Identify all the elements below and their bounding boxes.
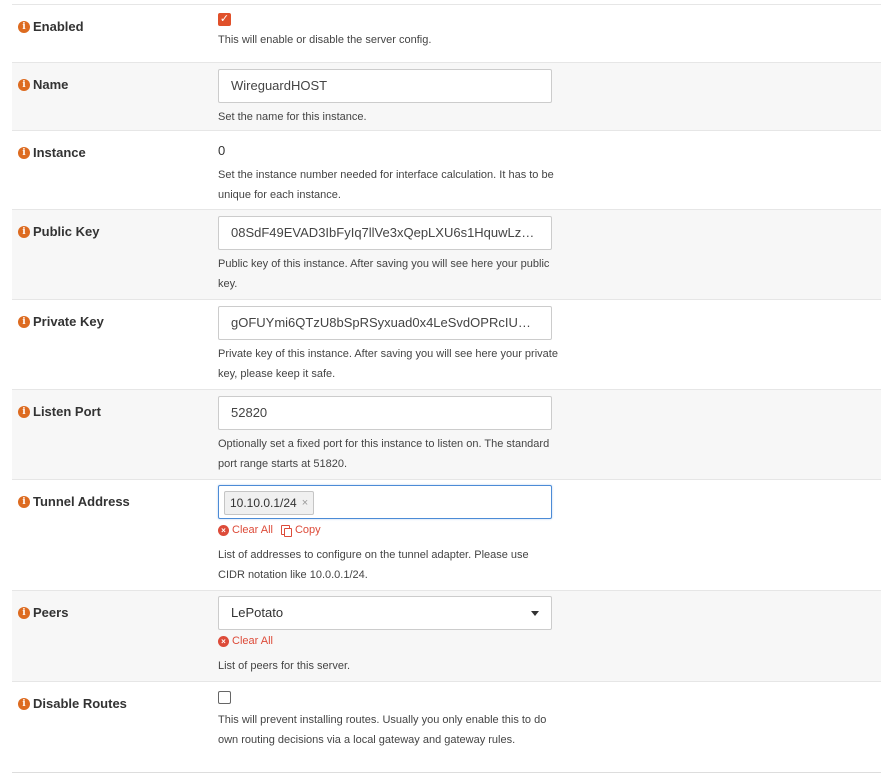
help-text: Private key of this instance. After savi… xyxy=(218,348,558,380)
label-disable-routes: i Disable Routes xyxy=(18,696,127,711)
tunnel-address-tokenizer[interactable]: 10.10.0.1/24 × xyxy=(218,485,552,519)
row-tunnel-address: i Tunnel Address 10.10.0.1/24 × × Clear … xyxy=(12,480,881,591)
info-icon[interactable]: i xyxy=(18,495,30,508)
info-icon[interactable]: i xyxy=(18,20,30,33)
row-enabled: i Enabled ✓ This will enable or disable … xyxy=(12,5,881,63)
row-listen-port: i Listen Port 52820 Optionally set a fix… xyxy=(12,390,881,480)
row-name: i Name WireguardHOST Set the name for th… xyxy=(12,63,881,131)
info-icon[interactable]: i xyxy=(18,606,30,619)
row-private-key: i Private Key gOFUYmi6QTzU8bSpRSyxuad0x4… xyxy=(12,300,881,390)
name-input[interactable]: WireguardHOST xyxy=(218,69,552,103)
info-icon[interactable]: i xyxy=(18,697,30,710)
private-key-input[interactable]: gOFUYmi6QTzU8bSpRSyxuad0x4LeSvdOPRcIUDN/… xyxy=(218,306,552,340)
clear-all-link[interactable]: × Clear All xyxy=(218,632,273,650)
row-disable-routes: i Disable Routes This will prevent insta… xyxy=(12,682,881,772)
help-text: Optionally set a fixed port for this ins… xyxy=(218,438,550,470)
row-public-key: i Public Key 08SdF49EVAD3IbFyIq7llVe3xQe… xyxy=(12,210,881,300)
row-peers: i Peers LePotato × Clear All List of pee… xyxy=(12,591,881,682)
help-text: List of peers for this server. xyxy=(218,660,351,672)
address-tag: 10.10.0.1/24 × xyxy=(224,491,315,515)
info-icon[interactable]: i xyxy=(18,405,30,418)
label-peers: i Peers xyxy=(18,605,68,620)
chevron-down-icon xyxy=(531,611,539,616)
copy-icon xyxy=(280,525,292,537)
tag-remove-icon[interactable]: × xyxy=(302,497,308,509)
help-text: Set the name for this instance. xyxy=(218,111,367,123)
info-icon[interactable]: i xyxy=(18,315,30,328)
info-icon[interactable]: i xyxy=(18,225,30,238)
help-text: List of addresses to configure on the tu… xyxy=(218,549,529,581)
info-icon[interactable]: i xyxy=(18,78,30,91)
help-text: This will prevent installing routes. Usu… xyxy=(218,714,547,746)
clear-icon: × xyxy=(218,635,229,647)
listen-port-input[interactable]: 52820 xyxy=(218,396,552,430)
label-public-key: i Public Key xyxy=(18,224,99,239)
copy-link[interactable]: Copy xyxy=(280,521,321,539)
label-private-key: i Private Key xyxy=(18,314,104,329)
enabled-checkbox[interactable]: ✓ xyxy=(218,13,231,26)
server-settings-form: i Enabled ✓ This will enable or disable … xyxy=(0,0,895,775)
help-text: Set the instance number needed for inter… xyxy=(218,169,554,201)
tunnel-address-actions: × Clear All Copy xyxy=(218,521,552,539)
info-icon[interactable]: i xyxy=(18,146,30,159)
label-name: i Name xyxy=(18,77,68,92)
label-tunnel-address: i Tunnel Address xyxy=(18,494,130,509)
label-listen-port: i Listen Port xyxy=(18,404,101,419)
disable-routes-checkbox[interactable] xyxy=(218,691,231,704)
clear-icon: × xyxy=(218,524,229,536)
label-instance: i Instance xyxy=(18,145,86,160)
instance-value: 0 xyxy=(218,143,226,158)
peers-actions: × Clear All xyxy=(218,632,552,650)
help-text: This will enable or disable the server c… xyxy=(218,34,432,46)
clear-all-link[interactable]: × Clear All xyxy=(218,521,273,539)
public-key-input[interactable]: 08SdF49EVAD3IbFyIq7llVe3xQepLXU6s1HquwLz… xyxy=(218,216,552,250)
divider xyxy=(12,772,881,773)
row-instance: i Instance 0 Set the instance number nee… xyxy=(12,131,881,210)
help-text: Public key of this instance. After savin… xyxy=(218,258,550,290)
peers-select[interactable]: LePotato xyxy=(218,596,552,630)
label-enabled: i Enabled xyxy=(18,19,84,34)
